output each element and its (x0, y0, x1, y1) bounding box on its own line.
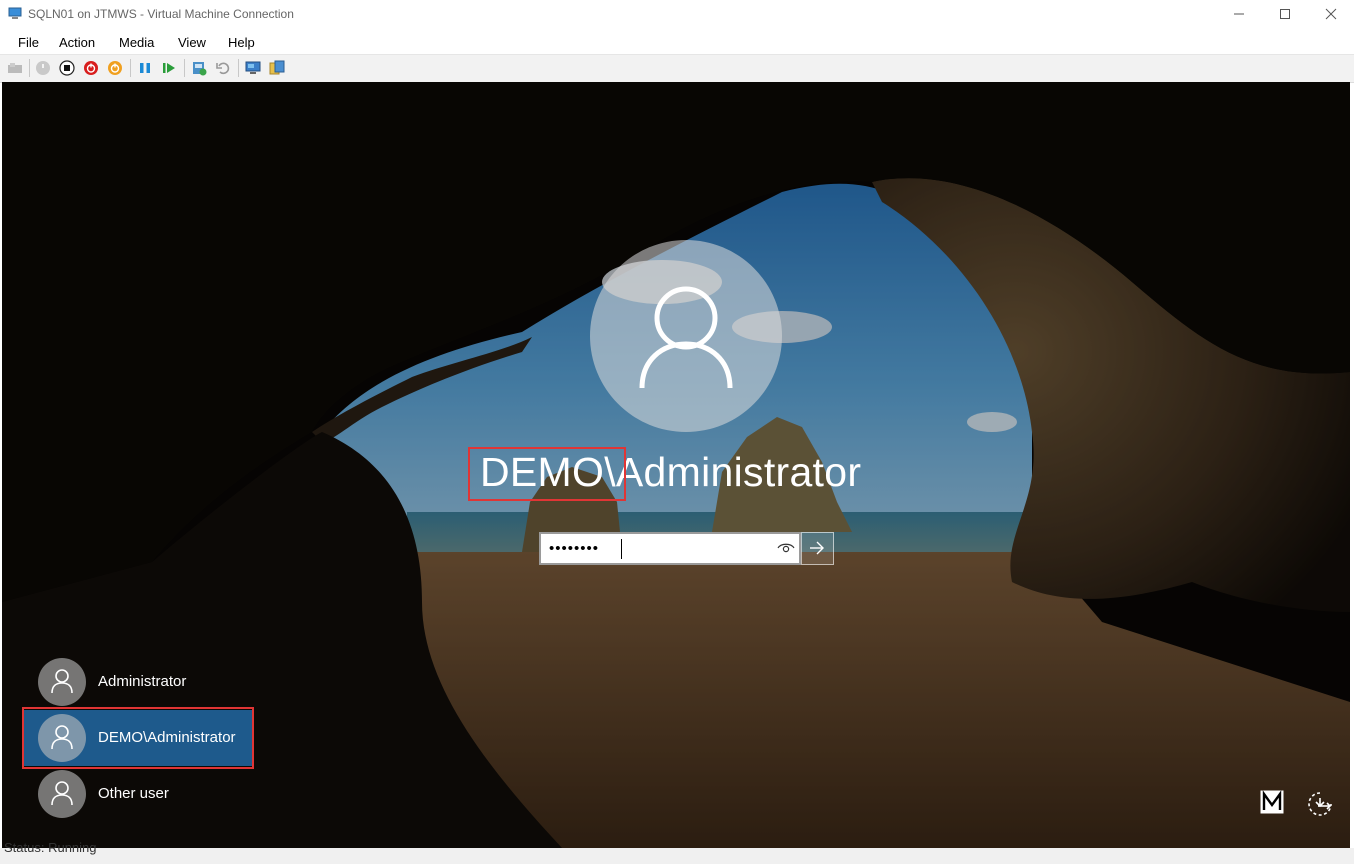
arrow-right-icon (810, 541, 824, 555)
minimize-icon (1234, 13, 1244, 15)
turn-off-icon[interactable] (59, 60, 75, 76)
menu-file[interactable]: File (18, 35, 39, 50)
toolbar-separator (29, 59, 30, 77)
selected-user-highlight-box (22, 707, 254, 769)
user-avatar-small (38, 770, 86, 818)
vm-display[interactable]: DEMO\Administrator •••••••• Administrato… (2, 82, 1350, 848)
user-tile-label: Administrator (98, 673, 187, 690)
password-value: •••••••• (549, 540, 600, 557)
start-icon[interactable] (35, 60, 51, 76)
person-icon (51, 669, 73, 693)
status-bar: Status: Running (0, 840, 1354, 864)
toolbar-separator (238, 59, 239, 77)
user-tile-other-user[interactable]: Other user (24, 766, 252, 822)
enhanced-session-icon[interactable] (245, 60, 261, 76)
menu-bar: File Action Media View Help (0, 28, 1354, 54)
window-title: SQLN01 on JTMWS - Virtual Machine Connec… (28, 7, 294, 21)
title-bar: SQLN01 on JTMWS - Virtual Machine Connec… (0, 0, 1354, 28)
close-icon (1325, 8, 1337, 20)
text-caret (621, 539, 622, 559)
status-text: Status: Running (4, 840, 97, 855)
maximize-button[interactable] (1262, 0, 1308, 28)
domain-highlight-box (468, 447, 626, 501)
reset-icon[interactable] (161, 60, 177, 76)
user-avatar-small (38, 658, 86, 706)
submit-button[interactable] (801, 532, 834, 565)
accessibility-icon[interactable] (1304, 790, 1334, 818)
menu-view[interactable]: View (178, 35, 206, 50)
toolbar (0, 54, 1354, 83)
menu-help[interactable]: Help (228, 35, 255, 50)
vm-connection-app-icon (8, 7, 22, 19)
save-state-icon[interactable] (107, 60, 123, 76)
person-icon (51, 781, 73, 805)
pause-icon[interactable] (137, 60, 153, 76)
user-avatar (590, 240, 782, 432)
share-icon[interactable] (269, 60, 285, 76)
menu-action[interactable]: Action (59, 35, 95, 50)
shut-down-icon[interactable] (83, 60, 99, 76)
maximize-icon (1280, 9, 1290, 19)
user-tile-administrator[interactable]: Administrator (24, 654, 252, 710)
checkpoint-icon[interactable] (191, 60, 207, 76)
person-icon (639, 286, 733, 388)
ctrl-alt-del-icon[interactable] (7, 60, 23, 76)
menu-media[interactable]: Media (119, 35, 154, 50)
revert-icon[interactable] (215, 60, 231, 76)
minimize-button[interactable] (1216, 0, 1262, 28)
reveal-password-icon[interactable] (777, 542, 795, 554)
password-input[interactable]: •••••••• (539, 532, 801, 565)
toolbar-separator (130, 59, 131, 77)
input-method-icon[interactable] (1260, 790, 1284, 814)
user-tile-label: Other user (98, 785, 169, 802)
toolbar-separator (184, 59, 185, 77)
close-button[interactable] (1308, 0, 1354, 28)
